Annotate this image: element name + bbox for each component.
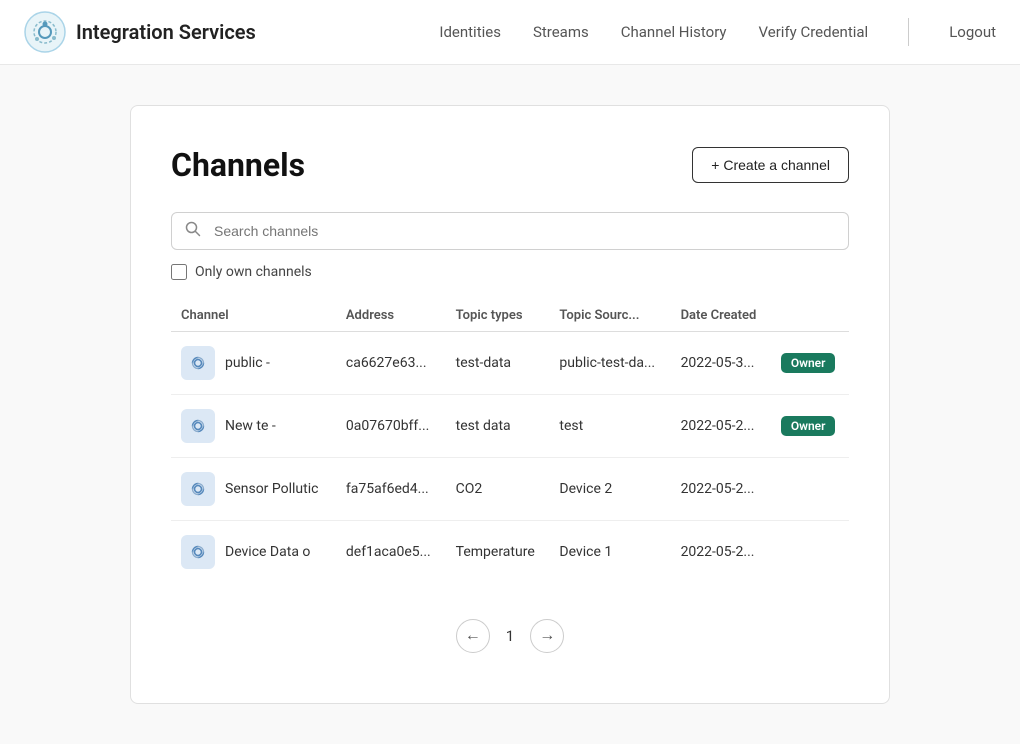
cell-topic-types: test-data xyxy=(446,332,550,395)
cell-channel: Sensor Pollutic xyxy=(171,458,336,521)
table-body: public - ca6627e63...test-datapublic-tes… xyxy=(171,332,849,584)
channel-name: public - xyxy=(225,355,270,371)
current-page: 1 xyxy=(506,627,514,645)
cell-badge: Owner xyxy=(771,332,849,395)
prev-icon: ← xyxy=(465,627,481,645)
nav-channel-history[interactable]: Channel History xyxy=(621,23,727,41)
table-row: Sensor Pollutic fa75af6ed4...CO2Device 2… xyxy=(171,458,849,521)
table-row: public - ca6627e63...test-datapublic-tes… xyxy=(171,332,849,395)
col-topic-source: Topic Sourc... xyxy=(549,300,670,332)
cell-topic-source: Device 1 xyxy=(549,521,670,584)
only-own-row: Only own channels xyxy=(171,264,849,280)
logo-icon xyxy=(24,11,66,53)
main-content: Channels + Create a channel Only own cha… xyxy=(0,65,1020,744)
channels-table: Channel Address Topic types Topic Sourc.… xyxy=(171,300,849,583)
cell-address: 0a07670bff... xyxy=(336,395,446,458)
nav-verify-credential[interactable]: Verify Credential xyxy=(759,23,869,41)
cell-date-created: 2022-05-2... xyxy=(671,395,771,458)
cell-topic-source: test xyxy=(549,395,670,458)
logout-button[interactable]: Logout xyxy=(949,23,996,41)
cell-address: def1aca0e5... xyxy=(336,521,446,584)
cell-badge xyxy=(771,458,849,521)
cell-date-created: 2022-05-3... xyxy=(671,332,771,395)
card-header: Channels + Create a channel xyxy=(171,146,849,184)
only-own-checkbox[interactable] xyxy=(171,264,187,280)
table-row: Device Data o def1aca0e5...TemperatureDe… xyxy=(171,521,849,584)
cell-date-created: 2022-05-2... xyxy=(671,458,771,521)
channel-name: Sensor Pollutic xyxy=(225,481,318,497)
channel-name: New te - xyxy=(225,418,276,434)
nav-streams[interactable]: Streams xyxy=(533,23,589,41)
header: Integration Services Identities Streams … xyxy=(0,0,1020,65)
col-topic-types: Topic types xyxy=(446,300,550,332)
logo-area: Integration Services xyxy=(24,11,256,53)
cell-address: fa75af6ed4... xyxy=(336,458,446,521)
cell-topic-source: public-test-da... xyxy=(549,332,670,395)
channel-name: Device Data o xyxy=(225,544,310,560)
search-input[interactable] xyxy=(171,212,849,250)
cell-topic-types: test data xyxy=(446,395,550,458)
cell-topic-types: CO2 xyxy=(446,458,550,521)
cell-channel: public - xyxy=(171,332,336,395)
cell-topic-source: Device 2 xyxy=(549,458,670,521)
nav-identities[interactable]: Identities xyxy=(439,23,501,41)
cell-date-created: 2022-05-2... xyxy=(671,521,771,584)
next-page-button[interactable]: → xyxy=(530,619,564,653)
col-address: Address xyxy=(336,300,446,332)
cell-channel: Device Data o xyxy=(171,521,336,584)
logo-title: Integration Services xyxy=(76,20,256,44)
search-wrap xyxy=(171,212,849,250)
channel-icon xyxy=(181,346,215,380)
table-header-row: Channel Address Topic types Topic Sourc.… xyxy=(171,300,849,332)
table-row: New te - 0a07670bff...test datatest2022-… xyxy=(171,395,849,458)
cell-badge: Owner xyxy=(771,395,849,458)
cell-channel: New te - xyxy=(171,395,336,458)
page-title: Channels xyxy=(171,146,305,184)
nav-divider xyxy=(908,18,909,46)
cell-address: ca6627e63... xyxy=(336,332,446,395)
owner-badge: Owner xyxy=(781,353,836,373)
channel-icon xyxy=(181,535,215,569)
only-own-label[interactable]: Only own channels xyxy=(195,264,312,280)
search-icon xyxy=(185,221,201,241)
next-icon: → xyxy=(539,627,555,645)
cell-badge xyxy=(771,521,849,584)
channel-icon xyxy=(181,409,215,443)
col-channel: Channel xyxy=(171,300,336,332)
table-head: Channel Address Topic types Topic Sourc.… xyxy=(171,300,849,332)
owner-badge: Owner xyxy=(781,416,836,436)
col-date-created: Date Created xyxy=(671,300,771,332)
pagination: ← 1 → xyxy=(171,619,849,653)
col-badge xyxy=(771,300,849,332)
create-channel-button[interactable]: + Create a channel xyxy=(692,147,849,183)
channels-card: Channels + Create a channel Only own cha… xyxy=(130,105,890,704)
channel-icon xyxy=(181,472,215,506)
main-nav: Identities Streams Channel History Verif… xyxy=(439,18,996,46)
cell-topic-types: Temperature xyxy=(446,521,550,584)
prev-page-button[interactable]: ← xyxy=(456,619,490,653)
